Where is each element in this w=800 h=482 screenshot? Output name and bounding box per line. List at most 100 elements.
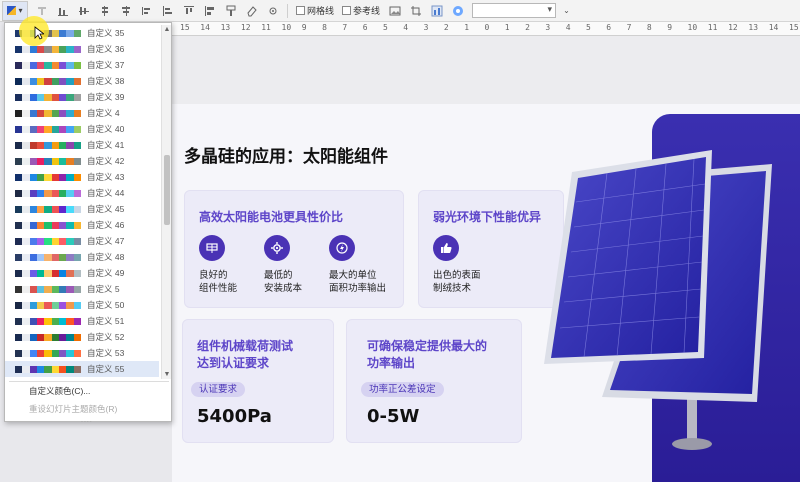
color-swatch (73, 61, 81, 69)
color-swatch (15, 301, 23, 309)
color-swatch (58, 269, 67, 277)
color-swatch (22, 93, 30, 101)
color-scheme-item[interactable]: 自定义 41 (5, 137, 159, 153)
color-circle-icon[interactable] (450, 3, 466, 19)
align-center-icon[interactable] (118, 3, 134, 19)
color-scheme-label: 自定义 41 (87, 140, 125, 150)
color-swatch (51, 253, 59, 261)
card-heading: 高效太阳能电池更具性价比 (199, 210, 344, 224)
color-swatch (22, 285, 30, 293)
color-swatch (58, 61, 67, 69)
image-icon[interactable] (387, 3, 403, 19)
align-left-icon[interactable] (202, 3, 218, 19)
load-test-card[interactable]: 组件机械载荷测试 达到认证要求 认证要求 5400Pa (182, 319, 334, 443)
color-scheme-item[interactable]: 自定义 5 (5, 281, 159, 297)
color-scheme-label: 自定义 47 (87, 236, 125, 246)
color-scheme-item[interactable]: 自定义 48 (5, 249, 159, 265)
color-scheme-item[interactable]: 自定义 47 (5, 233, 159, 249)
reset-theme-colors-item[interactable]: 重设幻灯片主题颜色(R) (29, 403, 117, 415)
slide-title[interactable]: 多晶硅的应用：太阳能组件 (184, 142, 388, 167)
format-painter-icon[interactable] (223, 3, 239, 19)
color-swatch (15, 125, 23, 133)
custom-colors-item[interactable]: 自定义颜色(C)... (29, 385, 90, 397)
align-right-icon[interactable] (139, 3, 155, 19)
color-swatch (73, 253, 81, 261)
color-swatch (51, 45, 59, 53)
gridlines-toggle[interactable]: 网格线 (296, 4, 334, 17)
zoom-combobox[interactable] (472, 3, 557, 18)
color-scheme-label: 自定义 39 (87, 92, 125, 102)
color-swatch (58, 29, 67, 37)
dropdown-scrollbar[interactable]: ▲ ▼ (161, 25, 171, 379)
color-swatch (51, 221, 59, 229)
color-scheme-item[interactable]: 自定义 49 (5, 265, 159, 281)
theme-colors-button[interactable]: ▾ (2, 0, 28, 21)
color-scheme-item[interactable]: 自定义 42 (5, 153, 159, 169)
color-scheme-item[interactable]: 自定义 52 (5, 329, 159, 345)
color-swatch (36, 77, 45, 85)
chevron-down-icon[interactable]: ▾ (18, 6, 22, 15)
color-scheme-item[interactable]: 自定义 50 (5, 297, 159, 313)
eraser-icon[interactable] (244, 3, 260, 19)
color-scheme-label: 自定义 55 (87, 364, 125, 374)
gridlines-label: 网格线 (307, 6, 335, 16)
app-window: ▾ 网格线 参考线 ▾ ⌄ 15 14 13 12 11 10 9 8 7 6 … (0, 0, 800, 482)
gridlines-checkbox[interactable] (296, 6, 305, 15)
solar-panel-illustration (544, 150, 772, 450)
guides-toggle[interactable]: 参考线 (342, 4, 380, 17)
distribute-vertical-icon[interactable] (181, 3, 197, 19)
color-swatch-strip (15, 141, 81, 149)
color-swatch (58, 317, 67, 325)
color-swatch (66, 221, 74, 229)
power-output-card[interactable]: 可确保稳定提供最大的 功率输出 功率正公差设定 0-5W (346, 319, 522, 443)
ruler-tick-label: 7 (626, 23, 632, 32)
color-swatch (22, 349, 30, 357)
color-scheme-label: 自定义 45 (87, 204, 125, 214)
ruler-tick-label: 10 (281, 23, 292, 32)
color-swatch (15, 317, 23, 325)
color-scheme-item[interactable]: 自定义 51 (5, 313, 159, 329)
ruler-tick-label: 3 (423, 23, 429, 32)
color-scheme-item[interactable]: 自定义 46 (5, 217, 159, 233)
align-middle-icon[interactable] (76, 3, 92, 19)
color-scheme-item[interactable]: 自定义 44 (5, 185, 159, 201)
color-swatch (66, 29, 74, 37)
align-bottom-icon[interactable] (55, 3, 71, 19)
color-scheme-item[interactable]: 自定义 45 (5, 201, 159, 217)
color-scheme-item[interactable]: 自定义 4 (5, 105, 159, 121)
color-swatch (58, 365, 67, 373)
energy-icon (329, 235, 355, 261)
scroll-down-icon[interactable]: ▼ (162, 370, 172, 379)
mouse-pointer-icon (34, 26, 44, 40)
color-scheme-item[interactable]: 自定义 37 (5, 57, 159, 73)
slide[interactable]: 多晶硅的应用：太阳能组件 高效太阳能电池更具性价比 良好的 组件性能 最低的 安… (172, 104, 800, 482)
scroll-up-icon[interactable]: ▲ (162, 25, 172, 34)
feature-line-2: 面积功率输出 (329, 283, 387, 294)
color-scheme-item[interactable]: 自定义 43 (5, 169, 159, 185)
color-swatch (66, 301, 74, 309)
distribute-horizontal-icon[interactable] (160, 3, 176, 19)
settings-icon[interactable] (265, 3, 281, 19)
color-swatch (73, 285, 81, 293)
color-scheme-item[interactable]: 自定义 38 (5, 73, 159, 89)
color-scheme-item[interactable]: 自定义 53 (5, 345, 159, 361)
color-swatch (66, 141, 74, 149)
crop-icon[interactable] (408, 3, 424, 19)
resize-grip-icon[interactable]: .... (81, 417, 93, 424)
color-scheme-item[interactable]: 自定义 39 (5, 89, 159, 105)
color-swatch (36, 221, 45, 229)
ruler-tick-label: 11 (707, 23, 718, 32)
ruler-tick-label: 10 (687, 23, 698, 32)
color-scheme-item[interactable]: 自定义 55 (5, 361, 159, 377)
color-scheme-item[interactable]: 自定义 40 (5, 121, 159, 137)
color-swatch (44, 157, 52, 165)
feature-card-efficiency[interactable]: 高效太阳能电池更具性价比 良好的 组件性能 最低的 安装成本 最大的单位 面积功… (184, 190, 404, 308)
scroll-thumb[interactable] (164, 155, 170, 225)
guides-checkbox[interactable] (342, 6, 352, 15)
chart-icon[interactable] (429, 3, 445, 19)
more-options-icon[interactable]: ⌄ (559, 3, 575, 19)
align-top-icon[interactable] (97, 3, 113, 19)
ruler-tick-label: 8 (646, 23, 652, 32)
color-swatch (15, 237, 23, 245)
ruler-tick-label: 12 (728, 23, 738, 32)
